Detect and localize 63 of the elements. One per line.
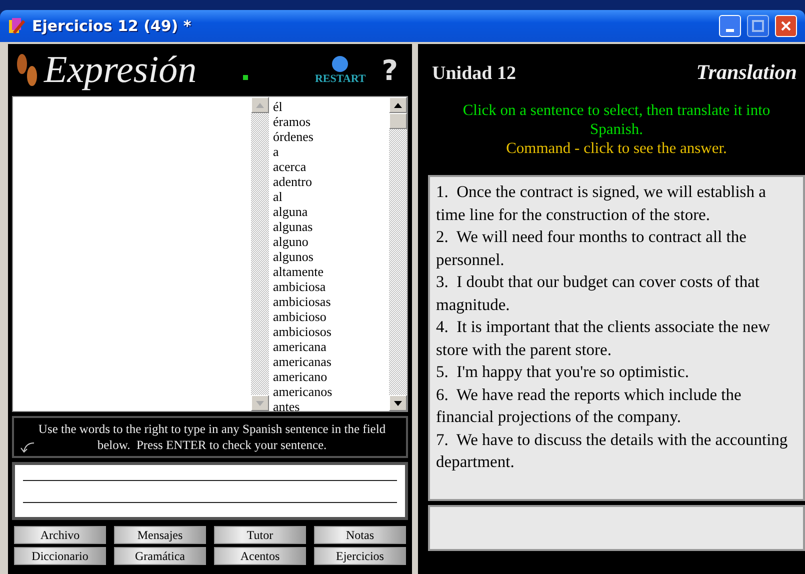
word-item[interactable]: antes bbox=[273, 399, 385, 411]
instruction-text: Click on a sentence to select, then translate it into Spanish. bbox=[462, 101, 772, 139]
menu-button[interactable]: Notas bbox=[314, 526, 406, 544]
curved-arrow-icon bbox=[20, 441, 36, 453]
menu-button[interactable]: Tutor bbox=[214, 526, 306, 544]
sentence-item[interactable]: 5. I'm happy that you're so optimistic. bbox=[436, 361, 797, 384]
scrollbar[interactable] bbox=[251, 97, 269, 411]
sentence-item[interactable]: 3. I doubt that our budget can cover costs of that magnitude. bbox=[436, 271, 797, 316]
close-icon bbox=[780, 20, 792, 32]
word-item[interactable]: americanas bbox=[273, 354, 385, 369]
word-item[interactable]: acerca bbox=[273, 159, 385, 174]
word-item[interactable]: algunos bbox=[273, 249, 385, 264]
logo-text: Expresión bbox=[44, 48, 197, 92]
menu-button[interactable]: Mensajes bbox=[114, 526, 206, 544]
up-arrow-icon bbox=[394, 102, 402, 108]
sentence-input-field[interactable] bbox=[12, 462, 408, 520]
window-title: Ejercicios 12 (49) * bbox=[32, 17, 192, 35]
instruction-text: Use the words to the right to type in any Spanish sentence in the field below. Press ENTER to check your sentence. bbox=[38, 421, 387, 453]
instruction-text: Command - click to see the answer. bbox=[506, 139, 727, 158]
word-item[interactable]: ambiciosas bbox=[273, 294, 385, 309]
word-item[interactable]: algunas bbox=[273, 219, 385, 234]
word-item[interactable]: adentro bbox=[273, 174, 385, 189]
restart-button[interactable]: RESTART bbox=[314, 55, 366, 85]
word-item[interactable]: órdenes bbox=[273, 129, 385, 144]
sentence-item[interactable]: 2. We will need four months to contract all the personnel. bbox=[436, 226, 797, 271]
word-item[interactable]: al bbox=[273, 189, 385, 204]
word-item[interactable]: a bbox=[273, 144, 385, 159]
menu-button[interactable]: Ejercicios bbox=[314, 547, 406, 565]
menu-button[interactable]: Acentos bbox=[214, 547, 306, 565]
close-button[interactable] bbox=[775, 15, 797, 37]
sentence-item[interactable]: 7. We have to discuss the details with the accounting department. bbox=[436, 428, 797, 474]
sentence-item[interactable]: 6. We have read the reports which include the financial projections of the company. bbox=[436, 384, 797, 428]
scrollbar[interactable] bbox=[389, 97, 407, 411]
maximize-button[interactable] bbox=[747, 15, 769, 37]
app-icon bbox=[8, 17, 26, 35]
mode-title: Translation bbox=[696, 60, 797, 85]
maximize-icon bbox=[752, 20, 764, 32]
help-icon[interactable]: ? bbox=[382, 54, 398, 86]
unit-title: Unidad 12 bbox=[432, 63, 516, 85]
globe-icon bbox=[331, 55, 350, 73]
word-item[interactable]: americana bbox=[273, 339, 385, 354]
scrollbar-thumb[interactable] bbox=[389, 113, 407, 129]
footprints-icon bbox=[16, 52, 38, 88]
minimize-icon bbox=[726, 28, 734, 32]
down-arrow-icon bbox=[394, 400, 402, 406]
word-item[interactable]: ambiciosos bbox=[273, 324, 385, 339]
word-item[interactable]: altamente bbox=[273, 264, 385, 279]
word-item[interactable]: americanos bbox=[273, 384, 385, 399]
minimize-button[interactable] bbox=[719, 15, 741, 37]
word-item[interactable]: americano bbox=[273, 369, 385, 384]
word-item[interactable]: ambiciosa bbox=[273, 279, 385, 294]
sentence-item[interactable]: 4. It is important that the clients associate the new store with the parent store. bbox=[436, 316, 797, 361]
word-item[interactable]: ambicioso bbox=[273, 309, 385, 324]
menu-button[interactable]: Diccionario bbox=[14, 547, 106, 565]
menu-button[interactable]: Gramática bbox=[114, 547, 206, 565]
word-item[interactable]: alguno bbox=[273, 234, 385, 249]
sentence-item[interactable]: 1. Once the contract is signed, we will establish a time line for the construction of the store. bbox=[436, 181, 797, 226]
up-arrow-icon bbox=[256, 102, 264, 108]
down-arrow-icon bbox=[256, 400, 264, 406]
word-item[interactable]: él bbox=[273, 99, 385, 114]
word-item[interactable]: éramos bbox=[273, 114, 385, 129]
word-item[interactable]: alguna bbox=[273, 204, 385, 219]
menu-button[interactable]: Archivo bbox=[14, 526, 106, 544]
